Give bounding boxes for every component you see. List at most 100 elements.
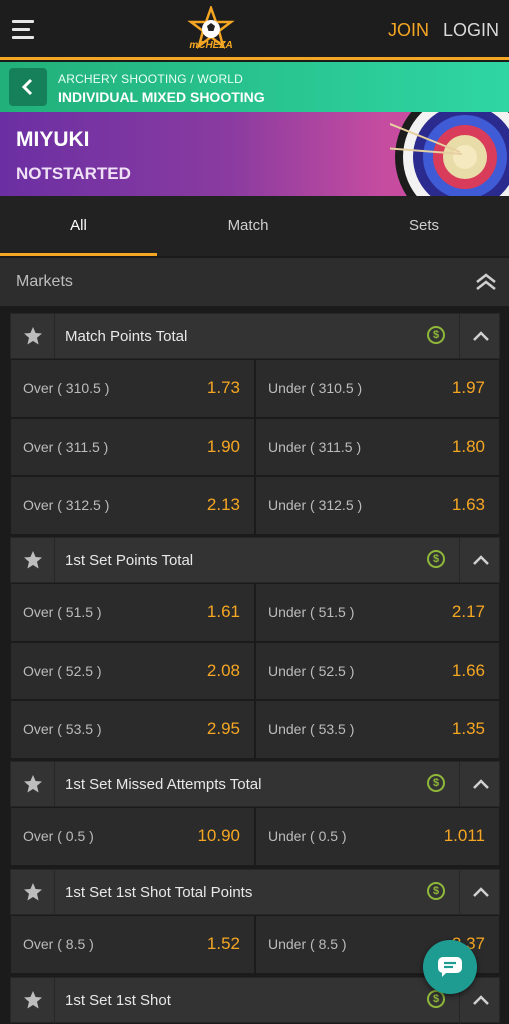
markets-header: Markets <box>0 258 509 306</box>
double-chevron-up-icon[interactable] <box>474 272 498 292</box>
odds-row: Over ( 310.5 ) 1.73 Under ( 310.5 ) 1.97 <box>10 359 500 418</box>
odds-row: Over ( 51.5 ) 1.61 Under ( 51.5 ) 2.17 <box>10 583 500 642</box>
dollar-circle-icon: $ <box>427 774 445 792</box>
event-status: NOTSTARTED <box>16 164 131 183</box>
market-name: Match Points Total <box>65 328 188 345</box>
odds-value: 10.90 <box>197 826 240 845</box>
archery-target-icon <box>390 112 509 196</box>
collapse-button[interactable] <box>459 762 501 808</box>
favorite-button[interactable] <box>11 978 55 1024</box>
odds-value: 1.52 <box>206 934 240 953</box>
login-button[interactable]: LOGIN <box>443 20 499 41</box>
favorite-button[interactable] <box>11 314 55 360</box>
favorite-button[interactable] <box>11 538 55 584</box>
odds-value: 1.90 <box>206 436 240 456</box>
odds-value: 1.011 <box>443 826 485 845</box>
market-name: 1st Set 1st Shot <box>65 992 171 1009</box>
market-name: 1st Set Points Total <box>65 552 194 569</box>
breadcrumb-event: INDIVIDUAL MIXED SHOOTING <box>58 89 265 105</box>
back-button[interactable] <box>9 68 47 106</box>
odds-over[interactable]: Over ( 8.5 ) 1.52 <box>10 915 255 974</box>
chevron-up-icon <box>473 331 489 341</box>
market-name: 1st Set 1st Shot Total Points <box>65 884 253 901</box>
odds-value: 1.61 <box>206 602 240 621</box>
chevron-up-icon <box>473 555 489 565</box>
tab-match[interactable]: Match <box>157 196 339 256</box>
odds-over[interactable]: Over ( 310.5 ) 1.73 <box>10 359 255 418</box>
odds-value: 1.80 <box>451 436 485 456</box>
market-header[interactable]: 1st Set Points Total $ <box>10 537 501 584</box>
odds-row: Over ( 0.5 ) 10.90 Under ( 0.5 ) 1.011 <box>10 807 500 866</box>
odds-label: Over ( 310.5 ) <box>23 380 110 396</box>
odds-value: 1.66 <box>451 660 485 680</box>
market-1st-set-1st-shot: 1st Set 1st Shot $ <box>10 977 500 1024</box>
tab-all[interactable]: All <box>0 196 157 256</box>
chevron-up-icon <box>473 995 489 1005</box>
odds-under[interactable]: Under ( 310.5 ) 1.97 <box>255 359 500 418</box>
tab-sets[interactable]: Sets <box>339 196 509 256</box>
collapse-button[interactable] <box>459 314 501 360</box>
odds-value: 2.95 <box>206 719 240 738</box>
market-header[interactable]: 1st Set 1st Shot $ <box>10 977 500 1024</box>
join-button[interactable]: JOIN <box>388 20 429 41</box>
market-match-points-total: Match Points Total $ Over ( 310.5 ) 1.73 … <box>10 313 500 535</box>
odds-row: Over ( 53.5 ) 2.95 Under ( 53.5 ) 1.35 <box>10 700 500 759</box>
favorite-button[interactable] <box>11 762 55 808</box>
odds-label: Under ( 311.5 ) <box>268 438 362 455</box>
top-bar: mCHEZA JOIN LOGIN <box>0 0 509 60</box>
breadcrumb: ARCHERY SHOOTING / WORLD INDIVIDUAL MIXE… <box>0 62 509 112</box>
odds-label: Under ( 312.5 ) <box>268 497 363 513</box>
odds-over[interactable]: Over ( 312.5 ) 2.13 <box>10 476 255 535</box>
star-icon <box>24 883 42 901</box>
odds-row: Over ( 312.5 ) 2.13 Under ( 312.5 ) 1.63 <box>10 476 500 535</box>
odds-label: Under ( 0.5 ) <box>268 828 347 844</box>
chevron-up-icon <box>473 887 489 897</box>
odds-under[interactable]: Under ( 312.5 ) 1.63 <box>255 476 500 535</box>
odds-under[interactable]: Under ( 53.5 ) 1.35 <box>255 700 500 759</box>
star-icon <box>24 551 42 569</box>
odds-over[interactable]: Over ( 53.5 ) 2.95 <box>10 700 255 759</box>
market-header[interactable]: Match Points Total $ <box>10 313 501 360</box>
chat-bubble-icon <box>438 957 462 977</box>
chevron-left-icon <box>21 78 33 96</box>
odds-over[interactable]: Over ( 0.5 ) 10.90 <box>10 807 255 866</box>
markets-title: Markets <box>16 273 73 290</box>
odds-label: Over ( 8.5 ) <box>23 936 94 952</box>
odds-label: Under ( 52.5 ) <box>268 662 355 679</box>
favorite-button[interactable] <box>11 870 55 916</box>
collapse-button[interactable] <box>459 538 501 584</box>
odds-value: 2.17 <box>451 602 485 621</box>
odds-label: Over ( 53.5 ) <box>23 721 102 737</box>
odds-over[interactable]: Over ( 311.5 ) 1.90 <box>10 417 255 476</box>
chevron-up-icon <box>473 779 489 789</box>
collapse-button[interactable] <box>459 870 501 916</box>
odds-under[interactable]: Under ( 0.5 ) 1.011 <box>255 807 500 866</box>
odds-label: Under ( 8.5 ) <box>268 936 347 952</box>
odds-label: Over ( 311.5 ) <box>23 438 109 455</box>
star-icon <box>24 991 42 1009</box>
market-header[interactable]: 1st Set Missed Attempts Total $ <box>10 761 501 808</box>
odds-over[interactable]: Over ( 51.5 ) 1.61 <box>10 583 255 642</box>
event-name: MIYUKI <box>16 128 90 151</box>
tab-bar: All Match Sets <box>0 196 509 256</box>
odds-value: 1.35 <box>451 719 485 738</box>
chat-button[interactable] <box>423 940 477 994</box>
odds-label: Over ( 0.5 ) <box>23 828 94 844</box>
odds-row: Over ( 52.5 ) 2.08 Under ( 52.5 ) 1.66 <box>10 641 500 700</box>
market-header[interactable]: 1st Set 1st Shot Total Points $ <box>10 869 501 916</box>
market-1st-set-points-total: 1st Set Points Total $ Over ( 51.5 ) 1.61… <box>10 537 500 759</box>
odds-over[interactable]: Over ( 52.5 ) 2.08 <box>10 641 255 700</box>
breadcrumb-sport[interactable]: ARCHERY SHOOTING / WORLD <box>58 72 243 86</box>
odds-under[interactable]: Under ( 311.5 ) 1.80 <box>255 417 500 476</box>
odds-value: 1.63 <box>451 495 485 514</box>
odds-under[interactable]: Under ( 52.5 ) 1.66 <box>255 641 500 700</box>
event-hero: MIYUKI NOTSTARTED <box>0 112 509 196</box>
odds-under[interactable]: Under ( 51.5 ) 2.17 <box>255 583 500 642</box>
market-name: 1st Set Missed Attempts Total <box>65 776 262 793</box>
odds-value: 1.97 <box>451 378 485 397</box>
odds-label: Under ( 51.5 ) <box>268 604 355 620</box>
odds-label: Over ( 52.5 ) <box>23 662 102 679</box>
logo-text: mCHEZA <box>189 40 233 51</box>
odds-row: Over ( 311.5 ) 1.90 Under ( 311.5 ) 1.80 <box>10 417 500 476</box>
hamburger-icon[interactable] <box>12 19 34 39</box>
